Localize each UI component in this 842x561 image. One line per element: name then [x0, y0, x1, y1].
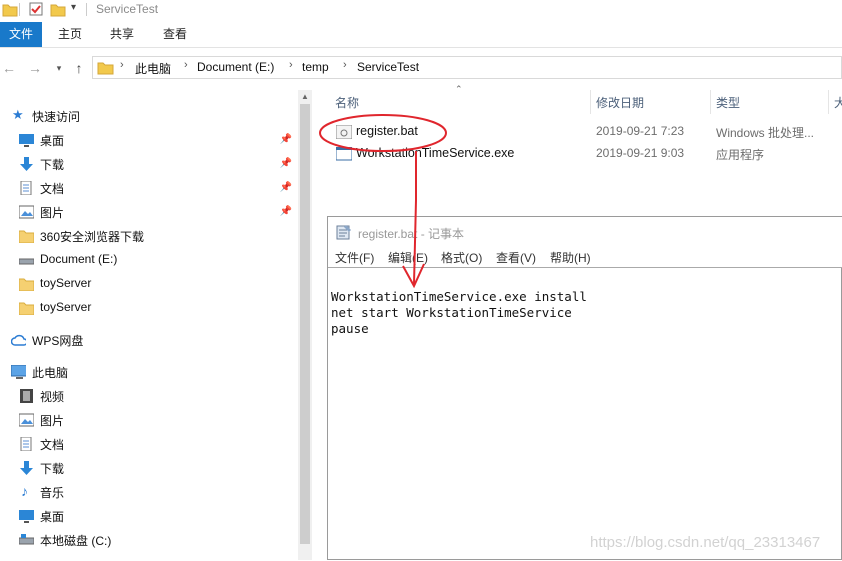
annotation-overlay — [319, 114, 447, 289]
annotation-circle — [319, 114, 447, 152]
watermark-text: https://blog.csdn.net/qq_23313467 — [590, 534, 821, 551]
annotation-arrow-line — [413, 151, 417, 285]
